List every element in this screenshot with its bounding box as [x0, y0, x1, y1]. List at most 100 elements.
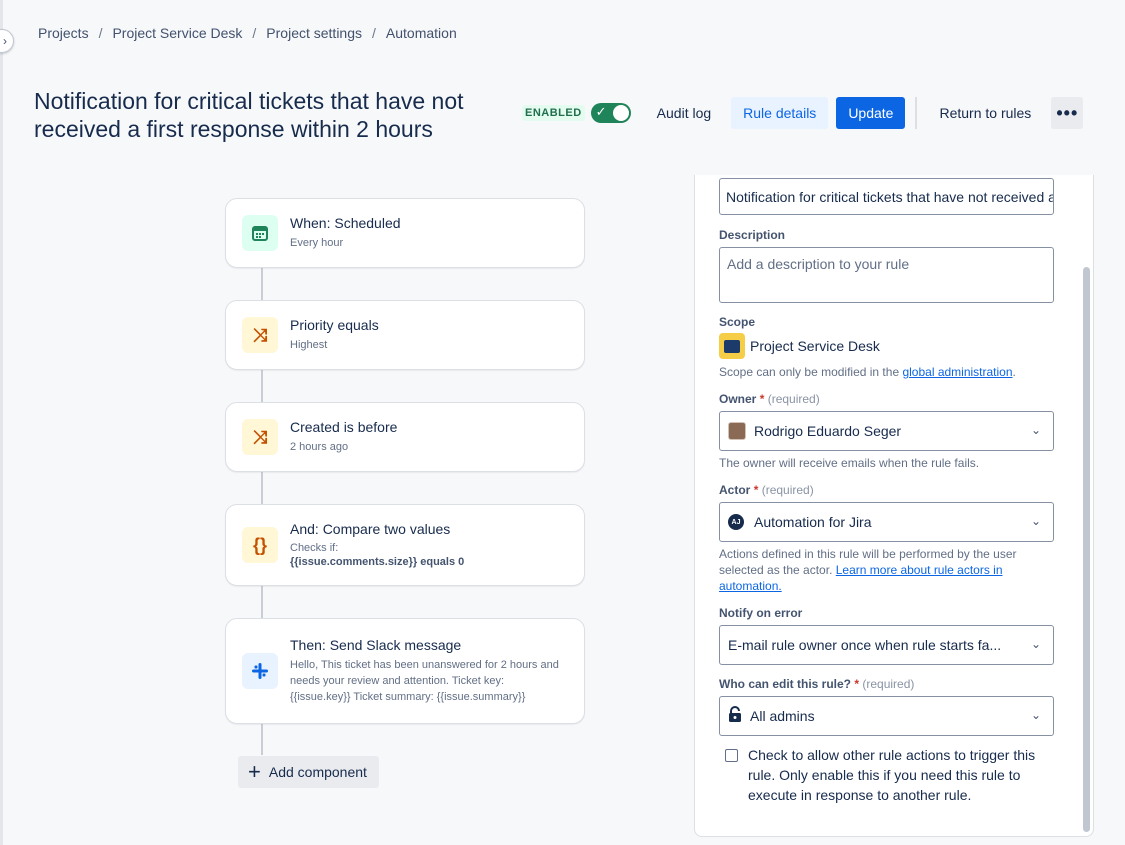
- flow-connector: [261, 369, 263, 402]
- owner-label-text: Owner: [719, 392, 757, 406]
- allow-trigger-checkbox-row: Check to allow other rule actions to tri…: [725, 745, 1055, 805]
- plus-icon: +: [248, 759, 261, 784]
- add-component-button[interactable]: + Add component: [238, 756, 379, 788]
- breadcrumb-automation[interactable]: Automation: [386, 25, 457, 41]
- header-actions: ENABLED ✓ Audit log Rule details Update …: [522, 97, 1095, 129]
- sidebar-expand-button[interactable]: ›: [0, 29, 14, 53]
- slack-icon: [242, 653, 278, 689]
- notify-label: Notify on error: [719, 606, 803, 620]
- node-title: Then: Send Slack message: [290, 637, 462, 653]
- audit-log-button[interactable]: Audit log: [645, 97, 723, 129]
- actor-select[interactable]: AJ Automation for Jira ⌄: [719, 502, 1054, 542]
- breadcrumb: Projects / Project Service Desk / Projec…: [38, 25, 457, 41]
- chevron-down-icon: ⌄: [1030, 423, 1041, 437]
- actor-label-text: Actor: [719, 483, 751, 497]
- flow-connector: [261, 471, 263, 504]
- flow-connector: [261, 723, 263, 755]
- calendar-icon: [242, 215, 278, 251]
- breadcrumb-separator: /: [372, 25, 376, 41]
- node-title: When: Scheduled: [290, 215, 401, 231]
- required-star: *: [753, 483, 759, 497]
- breadcrumb-separator: /: [252, 25, 257, 41]
- node-title: Priority equals: [290, 317, 379, 333]
- scope-helper: Scope can only be modified in the global…: [719, 364, 1039, 380]
- node-subtitle: Every hour: [290, 237, 344, 249]
- avatar: [728, 422, 746, 440]
- update-button[interactable]: Update: [836, 97, 906, 129]
- required-star: *: [854, 677, 860, 691]
- notify-select[interactable]: E-mail rule owner once when rule starts …: [719, 625, 1054, 665]
- actor-helper: Actions defined in this rule will be per…: [719, 546, 1029, 594]
- owner-label: Owner * (required): [719, 392, 820, 406]
- chevron-down-icon: ⌄: [1030, 514, 1041, 528]
- required-text: (required): [767, 392, 820, 406]
- owner-select-value: Rodrigo Eduardo Seger: [754, 423, 902, 439]
- flow-connector: [261, 267, 263, 300]
- flow-node-condition-priority[interactable]: ⤨ Priority equals Highest: [225, 300, 585, 370]
- required-text: (required): [862, 677, 915, 691]
- left-rail: [0, 0, 3, 845]
- scope-helper-text: Scope can only be modified in the: [719, 365, 903, 379]
- scope-value: Project Service Desk: [719, 333, 880, 359]
- description-textarea[interactable]: Add a description to your rule: [719, 247, 1054, 303]
- return-to-rules-button[interactable]: Return to rules: [927, 97, 1043, 129]
- scope-helper-suffix: .: [1012, 365, 1016, 379]
- required-star: *: [759, 392, 765, 406]
- who-edit-label-text: Who can edit this rule?: [719, 677, 852, 691]
- toggle-knob: [612, 105, 629, 121]
- node-subtitle-text: Checks if:: [290, 542, 339, 554]
- shuffle-icon: ⤨: [242, 419, 278, 455]
- chevron-down-icon: ⌄: [1030, 637, 1041, 651]
- description-label: Description: [719, 228, 786, 242]
- node-subtitle: Hello, This ticket has been unanswered f…: [290, 659, 559, 703]
- rule-name-input[interactable]: Notification for critical tickets that h…: [719, 178, 1054, 215]
- flow-node-condition-created[interactable]: ⤨ Created is before 2 hours ago: [225, 402, 585, 472]
- braces-icon: {}: [242, 527, 278, 563]
- notify-select-value: E-mail rule owner once when rule starts …: [728, 637, 1002, 653]
- more-actions-button[interactable]: •••: [1051, 97, 1084, 129]
- scope-label: Scope: [719, 315, 756, 329]
- global-administration-link[interactable]: global administration: [902, 365, 1012, 379]
- required-text: (required): [761, 483, 814, 497]
- breadcrumb-separator: /: [98, 25, 103, 41]
- node-subtitle-expression: {{issue.comments.size}} equals 0: [290, 556, 465, 568]
- allow-trigger-checkbox[interactable]: [725, 749, 738, 762]
- actor-label: Actor * (required): [719, 483, 814, 497]
- owner-helper: The owner will receive emails when the r…: [719, 456, 980, 470]
- who-edit-select[interactable]: All admins ⌄: [719, 696, 1054, 736]
- page-title: Notification for critical tickets that h…: [34, 88, 464, 142]
- rule-details-panel: Notification for critical tickets that h…: [694, 175, 1094, 837]
- node-subtitle: Highest: [290, 339, 328, 351]
- panel-scrollbar[interactable]: [1083, 267, 1090, 832]
- node-title: Created is before: [290, 419, 398, 435]
- scope-value-text: Project Service Desk: [750, 338, 880, 354]
- who-edit-label: Who can edit this rule? * (required): [719, 677, 914, 691]
- chevron-right-icon: ›: [3, 34, 7, 48]
- actor-select-value: Automation for Jira: [754, 514, 872, 530]
- owner-select[interactable]: Rodrigo Eduardo Seger ⌄: [719, 411, 1054, 451]
- rule-details-button[interactable]: Rule details: [731, 97, 829, 129]
- breadcrumb-projects[interactable]: Projects: [38, 25, 89, 41]
- node-subtitle: 2 hours ago: [290, 441, 349, 453]
- shuffle-icon: ⤨: [242, 317, 278, 353]
- flow-node-condition-compare[interactable]: {} And: Compare two values Checks if: {{…: [225, 504, 585, 586]
- breadcrumb-project[interactable]: Project Service Desk: [112, 25, 242, 41]
- node-title: And: Compare two values: [290, 521, 451, 537]
- rule-enabled-toggle[interactable]: ✓: [590, 103, 631, 123]
- flow-node-trigger[interactable]: When: Scheduled Every hour: [225, 198, 585, 268]
- node-subtitle: Checks if: {{issue.comments.size}} equal…: [290, 541, 464, 569]
- who-edit-select-value: All admins: [750, 708, 815, 724]
- header-divider: [915, 97, 918, 129]
- flow-node-action-slack[interactable]: Then: Send Slack message Hello, This tic…: [225, 618, 585, 724]
- more-icon: •••: [1056, 102, 1079, 123]
- add-component-label: Add component: [268, 764, 367, 780]
- status-badge: ENABLED: [522, 105, 585, 121]
- chevron-down-icon: ⌄: [1030, 708, 1041, 722]
- breadcrumb-project-settings[interactable]: Project settings: [266, 25, 362, 41]
- allow-trigger-checkbox-label: Check to allow other rule actions to tri…: [748, 747, 1036, 803]
- actor-avatar: AJ: [728, 514, 744, 530]
- check-icon: ✓: [595, 104, 607, 119]
- flow-connector: [261, 585, 263, 618]
- project-avatar-icon: [719, 333, 745, 359]
- lock-icon: [728, 706, 742, 726]
